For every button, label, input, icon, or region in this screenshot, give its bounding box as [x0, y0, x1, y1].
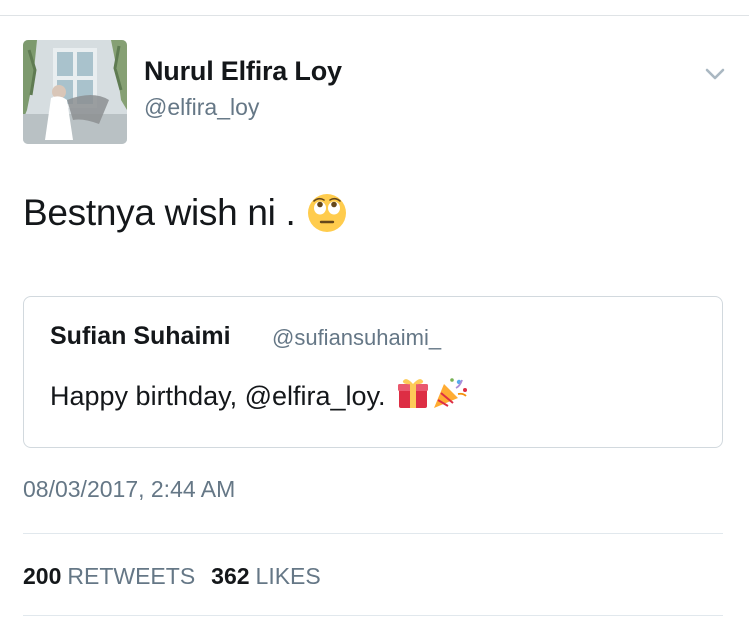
retweets-count: 200: [23, 563, 62, 589]
stats-top-divider: [23, 533, 723, 534]
party-popper-icon: [432, 376, 468, 417]
retweets-label: RETWEETS: [67, 563, 196, 589]
tweet-timestamp[interactable]: 08/03/2017, 2:44 AM: [23, 476, 235, 503]
profile-photo-icon: [23, 40, 127, 144]
top-divider: [0, 15, 749, 16]
stats-bottom-divider: [23, 615, 723, 616]
likes-count: 362: [211, 563, 250, 589]
retweets-stat[interactable]: 200 RETWEETS: [23, 563, 195, 590]
wrapped-gift-icon: [396, 376, 430, 417]
quoted-author-name[interactable]: Sufian Suhaimi: [50, 322, 231, 351]
tweet-text-row: Bestnya wish ni .: [23, 192, 348, 234]
author-display-name[interactable]: Nurul Elfira Loy: [144, 56, 342, 87]
quoted-tweet-text: Happy birthday, @elfira_loy.: [50, 381, 386, 411]
quoted-tweet-card[interactable]: Sufian Suhaimi @sufiansuhaimi_ Happy bir…: [23, 296, 723, 448]
face-with-rolling-eyes-icon: [306, 192, 348, 234]
engagement-stats: 200 RETWEETS 362 LIKES: [23, 563, 337, 590]
tweet-text: Bestnya wish ni .: [23, 192, 296, 233]
quoted-author-handle[interactable]: @sufiansuhaimi_: [272, 325, 441, 351]
avatar[interactable]: [23, 40, 127, 144]
chevron-down-icon[interactable]: [704, 66, 726, 82]
author-handle[interactable]: @elfira_loy: [144, 94, 259, 121]
quoted-tweet-text-row: Happy birthday, @elfira_loy.: [50, 376, 468, 417]
likes-label: LIKES: [255, 563, 321, 589]
likes-stat[interactable]: 362 LIKES: [211, 563, 321, 590]
